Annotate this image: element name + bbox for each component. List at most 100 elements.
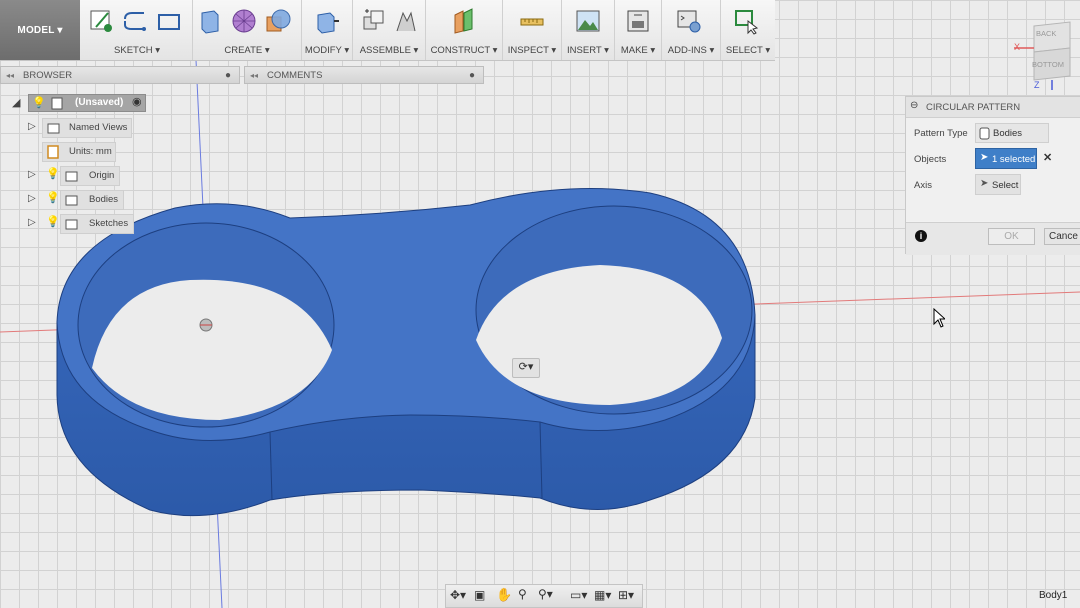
bodies-expand-icon[interactable]: ▷ (28, 193, 36, 204)
sketches-visibility-icon[interactable]: 💡 (46, 215, 60, 228)
comments-pin-icon[interactable]: ● (469, 67, 475, 85)
display-settings-icon[interactable]: ▭▾ (570, 588, 587, 602)
insert-menu-label[interactable]: INSERT ▾ (562, 45, 614, 56)
form-icon[interactable] (231, 7, 257, 35)
navigation-bar: ✥▾ ▣ ✋ ⚲ ⚲▾ ▭▾ ▦▾ ⊞▾ (445, 584, 643, 608)
dialog-header[interactable]: ⊖ CIRCULAR PATTERN (906, 97, 1080, 118)
cancel-button[interactable]: Cance (1044, 228, 1080, 245)
construct-group[interactable]: CONSTRUCT ▾ (426, 0, 503, 60)
joint-icon[interactable] (393, 7, 419, 35)
press-pull-icon[interactable] (314, 7, 340, 35)
select-menu-label[interactable]: SELECT ▾ (721, 45, 775, 56)
visibility-bulb-icon[interactable]: 💡 (32, 96, 46, 109)
line-icon[interactable] (122, 7, 148, 35)
construct-menu-label[interactable]: CONSTRUCT ▾ (426, 45, 502, 56)
browser-item-named-views[interactable]: Named Views (42, 118, 132, 138)
make-group[interactable]: MAKE ▾ (615, 0, 662, 60)
comments-collapse-icon[interactable]: ◂◂ (250, 67, 258, 85)
offset-plane-icon[interactable] (451, 7, 477, 35)
pattern-type-dropdown[interactable]: Bodies (975, 123, 1049, 143)
origin-expand-icon[interactable]: ▷ (28, 169, 36, 180)
axis-select-button[interactable]: ➤ Select (975, 174, 1021, 195)
activate-radio-icon[interactable]: ◉ (132, 95, 142, 108)
axis-value: Select (992, 180, 1019, 191)
scripts-icon[interactable] (676, 7, 702, 35)
axis-cursor-icon: ➤ (980, 178, 989, 189)
folder-icon (65, 171, 78, 182)
orbit-icon[interactable]: ✥▾ (450, 588, 466, 602)
modify-menu-label[interactable]: MODIFY ▾ (302, 45, 352, 56)
pan-hand-icon[interactable]: ✋ (496, 587, 512, 603)
browser-panel-header[interactable]: ◂◂ BROWSER ● (0, 66, 240, 84)
view-cube-back-label[interactable]: BACK (1036, 29, 1056, 38)
make-menu-label[interactable]: MAKE ▾ (615, 45, 661, 56)
browser-item-sketches[interactable]: Sketches (60, 214, 134, 234)
browser-item-label: Sketches (89, 218, 129, 229)
viewports-icon[interactable]: ⊞▾ (618, 588, 634, 602)
inspect-group[interactable]: INSPECT ▾ (503, 0, 562, 60)
root-expand-icon[interactable]: ◢ (12, 96, 20, 109)
axis-label: Axis (914, 180, 932, 191)
dialog-title: CIRCULAR PATTERN (926, 102, 1021, 113)
browser-root-item[interactable]: 💡 (Unsaved) ◉ (28, 94, 146, 112)
browser-item-units[interactable]: Units: mm (42, 142, 116, 162)
named-views-expand-icon[interactable]: ▷ (28, 121, 36, 132)
cursor-arrow-icon: ➤ (980, 152, 989, 163)
browser-pin-icon[interactable]: ● (225, 67, 231, 85)
select-group[interactable]: SELECT ▾ (721, 0, 775, 60)
folder-icon (47, 123, 60, 134)
rotate-handle-icon[interactable]: ⟳▾ (512, 358, 540, 378)
ok-button[interactable]: OK (988, 228, 1035, 245)
combine-icon[interactable] (265, 7, 291, 35)
assemble-group[interactable]: ASSEMBLE ▾ (353, 0, 426, 60)
comments-panel-header[interactable]: ◂◂ COMMENTS ● (244, 66, 484, 84)
collapse-arrows-icon[interactable]: ◂◂ (6, 67, 14, 85)
pattern-type-label: Pattern Type (914, 128, 968, 139)
addins-group[interactable]: ADD-INS ▾ (662, 0, 721, 60)
document-icon (51, 97, 63, 110)
zoom-icon[interactable]: ⚲ (518, 587, 527, 601)
sketch-group[interactable]: SKETCH ▾ (82, 0, 193, 60)
objects-label: Objects (914, 154, 947, 165)
assemble-menu-label[interactable]: ASSEMBLE ▾ (353, 45, 425, 56)
create-group[interactable]: CREATE ▾ (193, 0, 302, 60)
inspect-menu-label[interactable]: INSPECT ▾ (503, 45, 561, 56)
circular-pattern-dialog: ⊖ CIRCULAR PATTERN Pattern Type Bodies O… (905, 96, 1080, 255)
create-menu-label[interactable]: CREATE ▾ (193, 45, 301, 56)
folder-icon (65, 195, 78, 206)
addins-menu-label[interactable]: ADD-INS ▾ (662, 45, 720, 56)
dialog-collapse-icon[interactable]: ⊖ (910, 100, 918, 111)
rectangle-icon[interactable] (156, 7, 182, 35)
browser-item-bodies[interactable]: Bodies (60, 190, 124, 210)
browser-tree: ◢ 💡 (Unsaved) ◉ ▷ Named Views Units: mm … (0, 92, 240, 242)
units-doc-icon (47, 145, 59, 159)
create-sketch-icon[interactable] (88, 7, 114, 35)
origin-visibility-icon[interactable]: 💡 (46, 167, 60, 180)
workspace-switcher-button[interactable]: MODEL ▾ (0, 0, 80, 60)
clear-selection-icon[interactable]: ✕ (1043, 151, 1052, 164)
new-component-icon[interactable] (361, 7, 387, 35)
view-cube-bottom-label[interactable]: BOTTOM (1032, 60, 1064, 69)
sketch-menu-label[interactable]: SKETCH ▾ (82, 45, 192, 56)
browser-item-label: Named Views (69, 122, 128, 133)
fit-icon[interactable]: ⚲▾ (538, 587, 553, 601)
browser-item-origin[interactable]: Origin (60, 166, 120, 186)
objects-selection-button[interactable]: ➤ 1 selected (975, 148, 1037, 169)
measure-icon[interactable] (519, 7, 545, 35)
browser-item-label: Units: mm (69, 146, 112, 157)
sketches-expand-icon[interactable]: ▷ (28, 217, 36, 228)
z-axis-label: Z (1034, 80, 1040, 90)
info-icon[interactable]: i (915, 230, 927, 242)
root-item-label: (Unsaved) (75, 97, 124, 108)
insert-image-icon[interactable] (575, 7, 601, 35)
extrude-icon[interactable] (197, 7, 223, 35)
insert-group[interactable]: INSERT ▾ (562, 0, 615, 60)
select-icon[interactable] (733, 7, 759, 35)
3d-print-icon[interactable] (625, 7, 651, 35)
comments-title: COMMENTS (267, 70, 323, 81)
bodies-visibility-icon[interactable]: 💡 (46, 191, 60, 204)
view-cube[interactable]: BACK BOTTOM X Z (1012, 18, 1080, 90)
grid-settings-icon[interactable]: ▦▾ (594, 588, 611, 602)
modify-group[interactable]: MODIFY ▾ (302, 0, 353, 60)
look-at-icon[interactable]: ▣ (474, 588, 485, 602)
